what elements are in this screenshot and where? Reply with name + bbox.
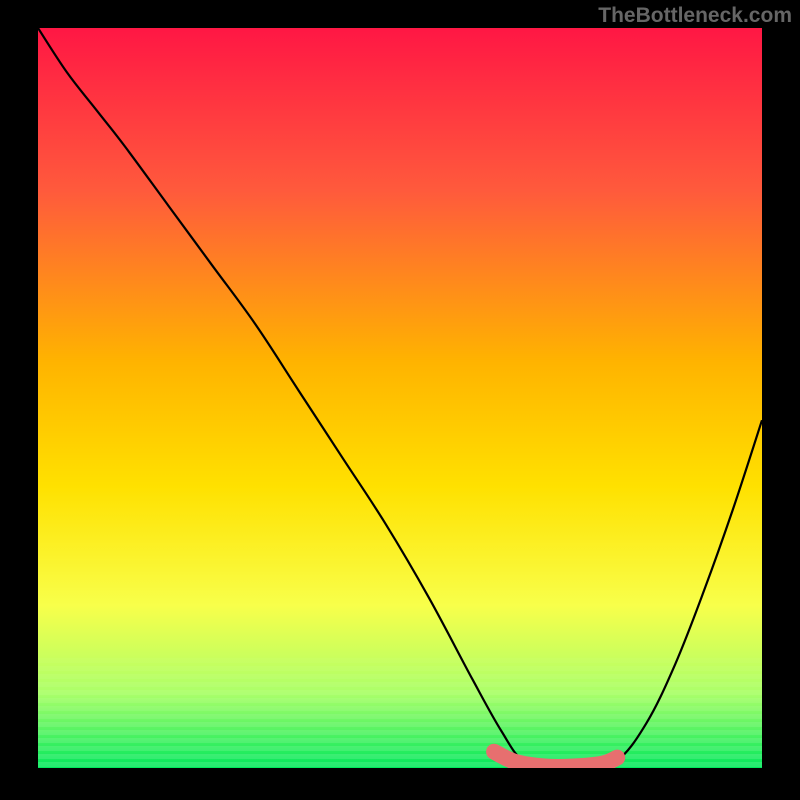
glow-band (38, 714, 762, 719)
glow-band (38, 698, 762, 703)
glow-band (38, 674, 762, 679)
chart-svg (38, 28, 762, 768)
plot-area (38, 28, 762, 768)
watermark-text: TheBottleneck.com (598, 4, 792, 28)
glow-band (38, 746, 762, 751)
chart-root: TheBottleneck.com (0, 0, 800, 800)
glow-band (38, 754, 762, 759)
glow-band (38, 722, 762, 727)
glow-band (38, 738, 762, 743)
glow-band (38, 762, 762, 767)
glow-band (38, 730, 762, 735)
glow-band (38, 666, 762, 671)
glow-band (38, 658, 762, 663)
glow-band (38, 682, 762, 687)
gradient-background (38, 28, 762, 768)
glow-band (38, 690, 762, 695)
